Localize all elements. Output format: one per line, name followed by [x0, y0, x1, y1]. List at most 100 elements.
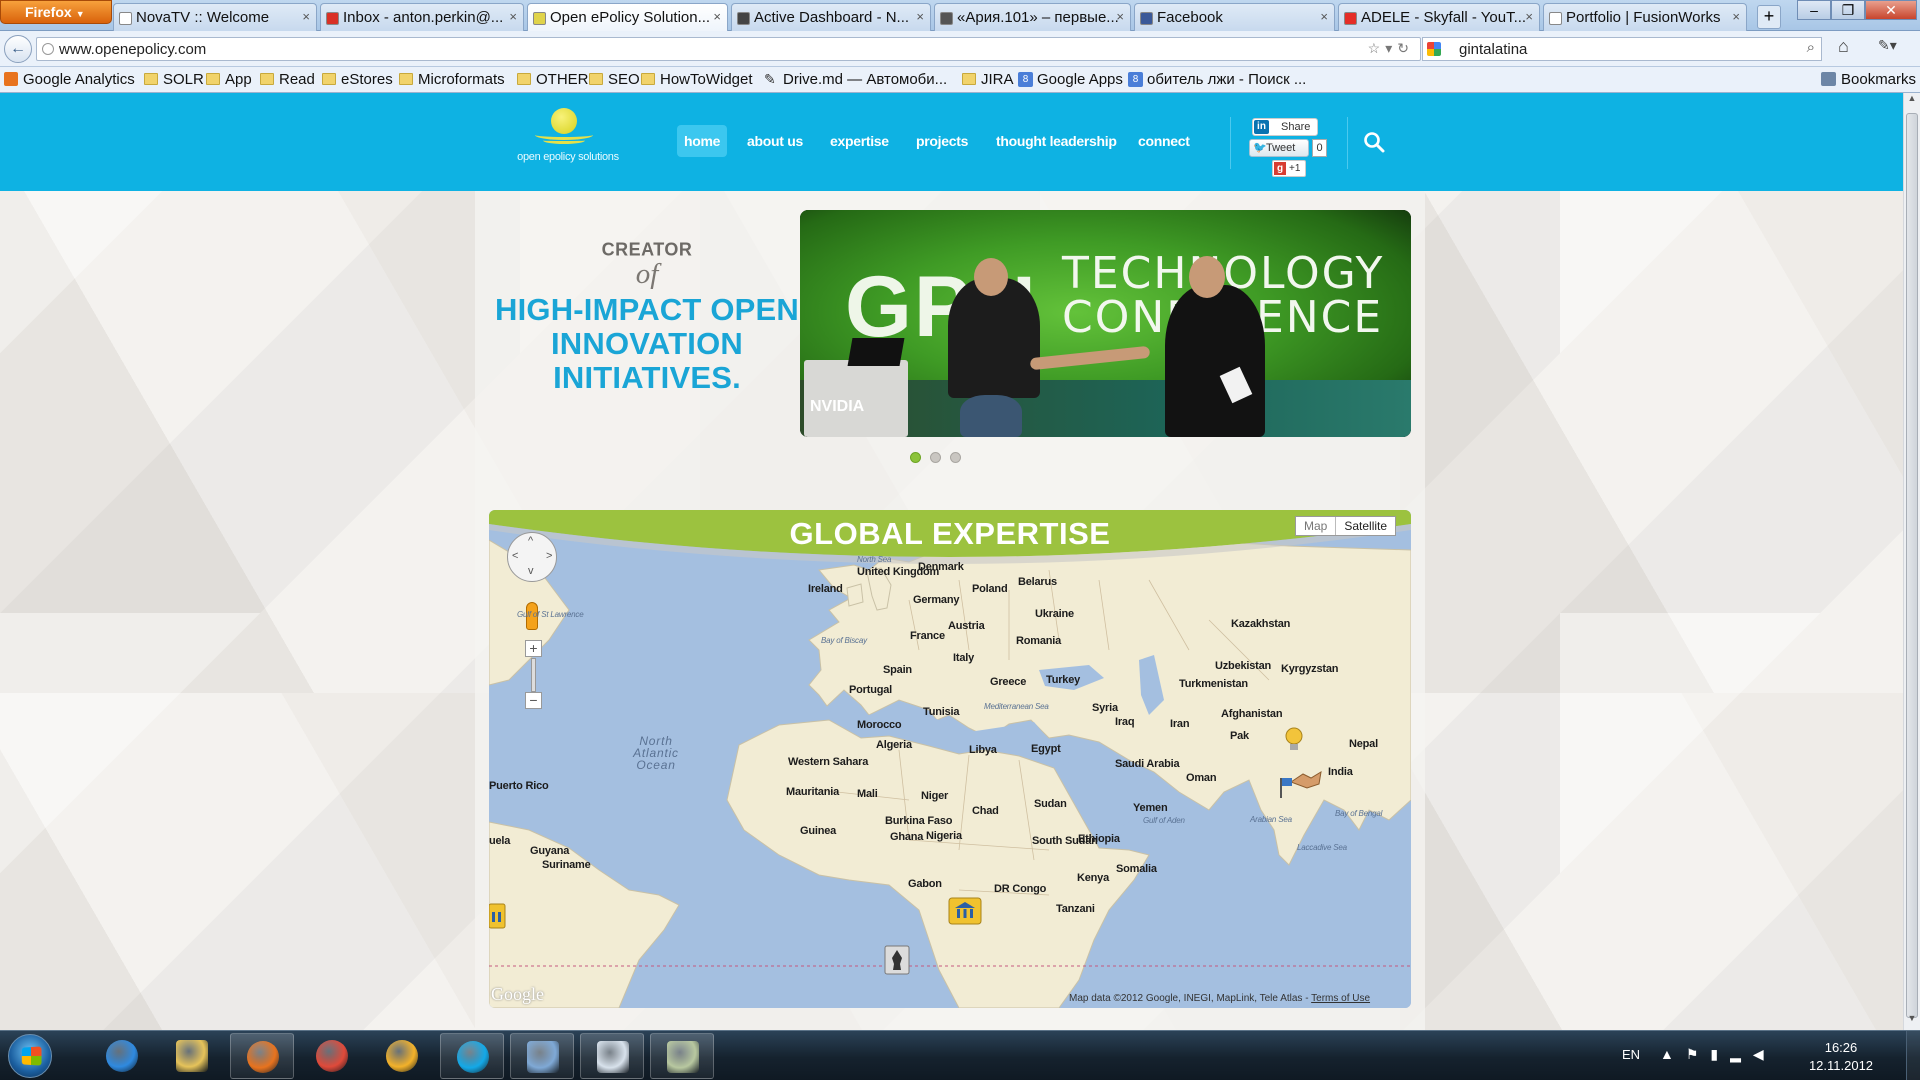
taskbar-app-5[interactable]	[370, 1033, 434, 1079]
battery-icon[interactable]: ▮	[1710, 1046, 1730, 1062]
scroll-down-icon[interactable]: ▼	[1904, 1013, 1920, 1029]
bookmark-item[interactable]: HowToWidget	[641, 71, 753, 88]
taskbar-app-2[interactable]	[160, 1033, 224, 1079]
tab-7[interactable]: ADELE - Skyfall - YouT... ×	[1338, 3, 1540, 31]
google-plus-button[interactable]: g +1	[1272, 160, 1306, 177]
nav-about-us[interactable]: about us	[740, 125, 810, 157]
bookmark-item[interactable]: 8 обитель лжи - Поиск ...	[1128, 71, 1306, 88]
close-tab-icon[interactable]: ×	[509, 9, 517, 24]
pan-right-icon[interactable]: >	[546, 550, 552, 562]
handshake-marker-icon[interactable]	[1289, 768, 1323, 790]
nav-home[interactable]: home	[677, 125, 728, 157]
close-tab-icon[interactable]: ×	[1116, 9, 1124, 24]
language-indicator[interactable]: EN	[1622, 1047, 1640, 1062]
close-tab-icon[interactable]: ×	[1732, 9, 1740, 24]
slider-dot-3[interactable]	[950, 452, 961, 463]
bookmark-item[interactable]: SOLR	[144, 71, 204, 88]
zoom-in-button[interactable]: +	[525, 640, 542, 657]
bookmark-item[interactable]: JIRA	[962, 71, 1014, 88]
tab-4[interactable]: Active Dashboard - N... ×	[731, 3, 931, 31]
dropdown-icon[interactable]: ▾	[1385, 40, 1397, 56]
terms-of-use-link[interactable]: Terms of Use	[1311, 993, 1370, 1004]
google-logo[interactable]: Google	[491, 984, 544, 1005]
taskbar-app-6[interactable]	[440, 1033, 504, 1079]
map-type-toggle[interactable]: Map Satellite	[1295, 516, 1397, 536]
bookmark-item[interactable]: Read	[260, 71, 315, 88]
tray-icons[interactable]: ▲⚑▮▂◀	[1660, 1046, 1776, 1063]
bookmarks-menu-button[interactable]: Bookmarks	[1821, 71, 1916, 88]
tray-clock[interactable]: 16:26 12.11.2012	[1806, 1039, 1876, 1075]
search-bar[interactable]: gintalatina ⌕	[1422, 37, 1822, 61]
tab-8[interactable]: Portfolio | FusionWorks ×	[1543, 3, 1747, 31]
flag-marker-icon[interactable]	[1279, 776, 1293, 798]
bookmark-item[interactable]: 8 Google Apps	[1018, 71, 1123, 88]
taskbar-app-8[interactable]	[580, 1033, 644, 1079]
volume-icon[interactable]: ◀	[1753, 1046, 1776, 1062]
zoom-out-button[interactable]: −	[525, 692, 542, 709]
minimize-button[interactable]: –	[1797, 0, 1831, 20]
page-scrollbar[interactable]: ▲ ▼	[1903, 93, 1920, 1030]
bookmark-item[interactable]: App	[206, 71, 252, 88]
bookmark-item[interactable]: eStores	[322, 71, 393, 88]
bookmark-item[interactable]: OTHER	[517, 71, 589, 88]
tab-6[interactable]: Facebook ×	[1134, 3, 1335, 31]
close-tab-icon[interactable]: ×	[1525, 9, 1533, 24]
bookmark-item[interactable]: Microformats	[399, 71, 505, 88]
taskbar-app-1[interactable]	[90, 1033, 154, 1079]
taskbar-app-7[interactable]	[510, 1033, 574, 1079]
search-icon[interactable]	[1362, 130, 1386, 154]
bookmark-item[interactable]: Google Analytics	[4, 71, 135, 88]
lightbulb-marker-icon[interactable]	[1283, 726, 1305, 754]
star-icon[interactable]: ☆	[1368, 40, 1386, 56]
nav-expertise[interactable]: expertise	[823, 125, 896, 157]
address-bar-actions[interactable]: ☆▾↻	[1368, 40, 1414, 57]
tab-2[interactable]: Inbox - anton.perkin@... ×	[320, 3, 524, 31]
taskbar-app-4[interactable]	[300, 1033, 364, 1079]
linkedin-share-button[interactable]: in Share	[1252, 118, 1318, 136]
zoom-slider[interactable]	[531, 658, 536, 692]
pan-down-icon[interactable]: v	[528, 565, 534, 577]
show-desktop-button[interactable]	[1906, 1031, 1920, 1080]
addon-icon[interactable]: ✎▾	[1878, 37, 1897, 54]
close-window-button[interactable]: ✕	[1865, 0, 1917, 20]
institution-marker-icon-edge[interactable]	[489, 902, 507, 930]
home-icon[interactable]: ⌂	[1838, 36, 1849, 57]
maximize-button[interactable]: ❐	[1831, 0, 1865, 20]
start-button[interactable]	[8, 1034, 52, 1078]
google-search-icon[interactable]	[1427, 42, 1441, 56]
map-type-map[interactable]: Map	[1296, 517, 1337, 535]
institution-marker-icon[interactable]	[947, 896, 983, 926]
tab-1[interactable]: NovaTV :: Welcome ×	[113, 3, 317, 31]
bookmark-item[interactable]: SEO	[589, 71, 640, 88]
scrollbar-thumb[interactable]	[1906, 113, 1918, 1018]
bookmark-item[interactable]: ✎ Drive.md — Автомоби...	[764, 71, 947, 88]
scroll-up-icon[interactable]: ▲	[1904, 93, 1920, 109]
close-tab-icon[interactable]: ×	[1320, 9, 1328, 24]
magnifier-icon[interactable]: ⌕	[1807, 39, 1815, 56]
slider-dot-2[interactable]	[930, 452, 941, 463]
firefox-menu-button[interactable]: Firefox ▼	[0, 0, 112, 24]
nav-projects[interactable]: projects	[909, 125, 975, 157]
action-center-flag-icon[interactable]: ⚑	[1686, 1046, 1711, 1062]
taskbar-app-9[interactable]	[650, 1033, 714, 1079]
site-logo[interactable]: open epolicy solutions	[503, 106, 633, 172]
nav-connect[interactable]: connect	[1131, 125, 1197, 157]
tab-5[interactable]: «Ария.101» – первые... ×	[934, 3, 1131, 31]
taskbar-app-3[interactable]	[230, 1033, 294, 1079]
reload-icon[interactable]: ↻	[1397, 40, 1414, 56]
back-button[interactable]: ←	[4, 35, 32, 63]
map-type-satellite[interactable]: Satellite	[1336, 517, 1395, 535]
pan-left-icon[interactable]: <	[512, 550, 518, 562]
close-tab-icon[interactable]: ×	[916, 9, 924, 24]
hero-slider[interactable]: GPU TECHNOLOGYCONFERENCE NVIDIA	[800, 210, 1411, 437]
close-tab-icon[interactable]: ×	[302, 9, 310, 24]
network-icon[interactable]: ▂	[1730, 1046, 1753, 1062]
close-tab-icon[interactable]: ×	[713, 9, 721, 24]
address-bar[interactable]: www.openepolicy.com ☆▾↻	[36, 37, 1421, 61]
nav-thought-leadership[interactable]: thought leadership	[989, 125, 1124, 157]
pan-up-icon[interactable]: ^	[528, 535, 533, 547]
chess-marker-icon[interactable]	[883, 944, 911, 976]
expertise-map[interactable]: GLOBAL EXPERTISE Map Satellite ^ < > v + …	[489, 510, 1411, 1008]
tab-3[interactable]: Open ePolicy Solution... ×	[527, 3, 728, 32]
tray-expand-icon[interactable]: ▲	[1660, 1046, 1686, 1062]
